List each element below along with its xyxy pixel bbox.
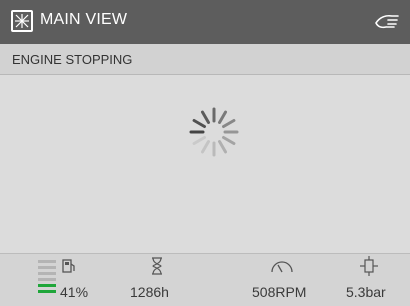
fuel-bar-1 xyxy=(38,260,56,263)
hourglass-icon xyxy=(152,257,162,275)
oil-pressure-value: 5.3bar xyxy=(346,284,386,300)
fuel-bar-3 xyxy=(38,272,56,275)
fuel-bar-5 xyxy=(38,284,56,287)
hours-metric: 1286h xyxy=(120,254,210,306)
engine-hours-value: 1286h xyxy=(130,284,169,300)
gauge-bar: 41% 1286h 508RPM 5.3bar xyxy=(0,253,410,306)
fuel-bar-2 xyxy=(38,266,56,269)
oil-pressure-icon xyxy=(360,256,378,276)
tachometer-icon xyxy=(271,261,293,273)
fuel-metric: 41% xyxy=(0,254,110,306)
fuel-bar-6 xyxy=(38,290,56,293)
status-bar: ENGINE STOPPING xyxy=(0,44,410,75)
fuel-bar-4 xyxy=(38,278,56,281)
title-bar: MAIN VIEW xyxy=(0,0,410,44)
loading-spinner-icon xyxy=(189,107,239,157)
fuel-pump-icon xyxy=(62,259,75,273)
oil-pressure-metric: 5.3bar xyxy=(340,254,410,306)
main-view-screen: MAIN VIEW ENGINE STOPPING 41% 1286h 508R… xyxy=(0,0,410,306)
fuel-value: 41% xyxy=(60,284,89,300)
fuel-level-bars xyxy=(38,260,56,293)
main-area xyxy=(0,75,410,253)
hand-icon[interactable] xyxy=(374,11,400,31)
page-title: MAIN VIEW xyxy=(40,11,128,28)
view-icon xyxy=(11,10,33,32)
status-message: ENGINE STOPPING xyxy=(12,52,133,67)
rpm-value: 508RPM xyxy=(252,284,307,300)
rpm-metric: 508RPM xyxy=(250,254,330,306)
